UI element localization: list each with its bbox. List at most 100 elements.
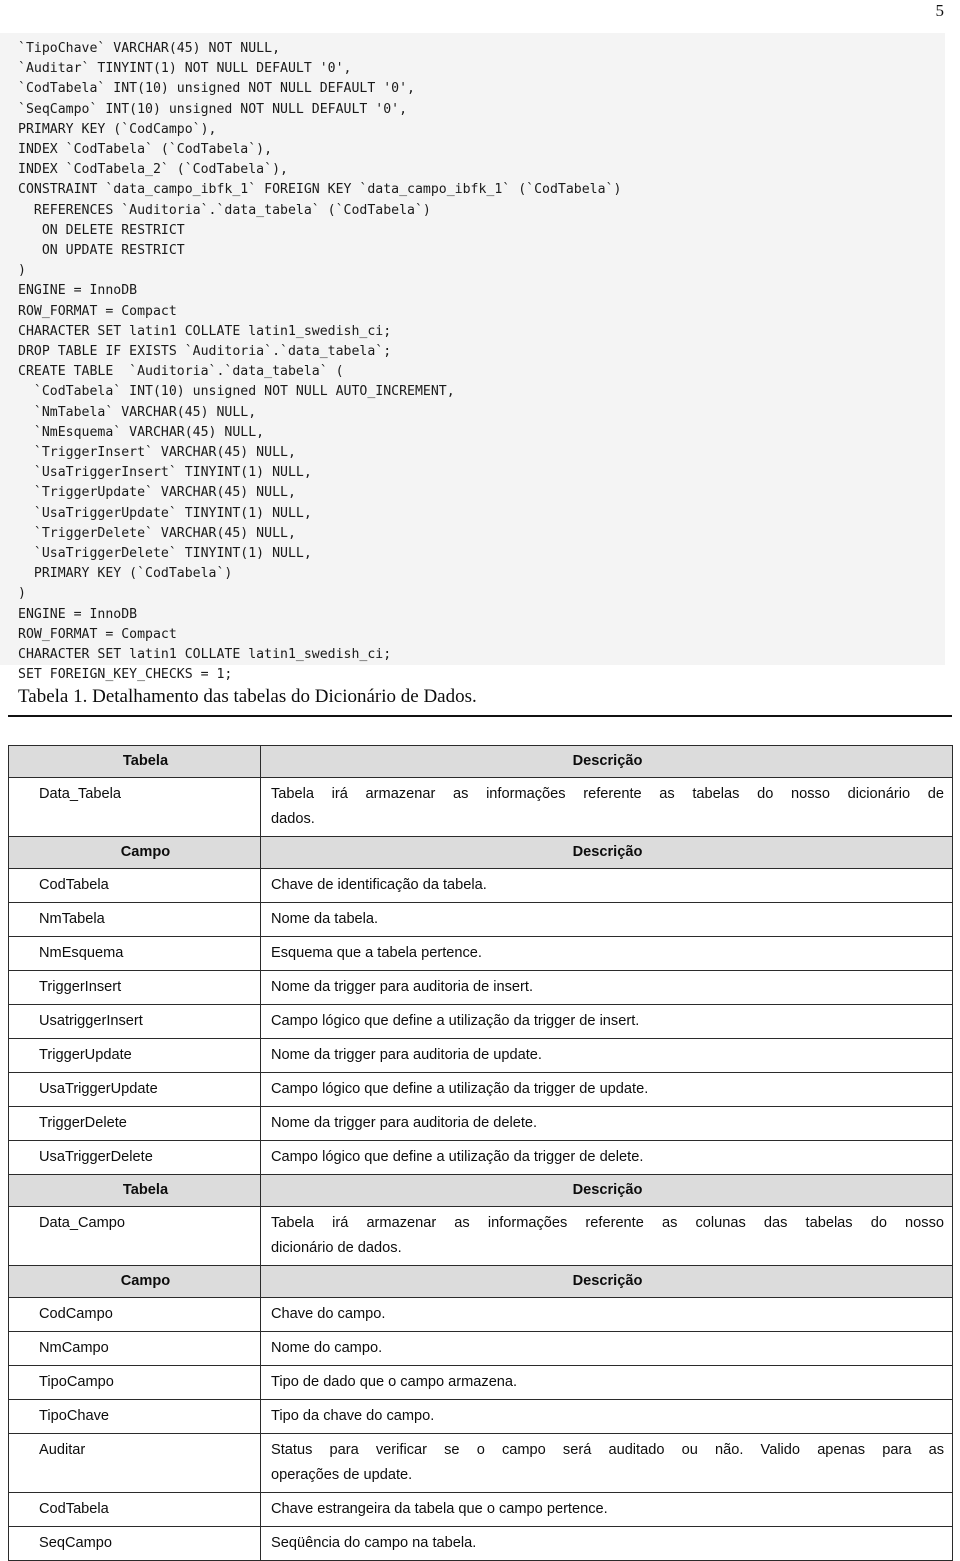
code-line: `UsaTriggerDelete` TINYINT(1) NULL, (18, 546, 312, 562)
cell-key: NmCampo (8, 1331, 261, 1366)
code-line: ENGINE = InnoDB (18, 283, 138, 299)
cell-key: NmEsquema (8, 936, 261, 971)
code-line: ) (18, 586, 26, 602)
cell-key: CodTabela (8, 1492, 261, 1527)
table-row: TriggerInsert Nome da trigger para audito… (8, 970, 953, 1005)
cell-description-line: Tabela irá armazenar as informações refe… (271, 1215, 944, 1231)
table-row: Auditar Status para verificar se o campo … (8, 1433, 953, 1493)
table-header-row: Tabela Descrição (8, 1174, 953, 1207)
code-line: REFERENCES `Auditoria`.`data_tabela` (`C… (18, 202, 431, 218)
cell-description-line: dados. (271, 811, 315, 827)
cell-description-line: Status para verificar se o campo será au… (271, 1442, 944, 1458)
code-line: CREATE TABLE `Auditoria`.`data_tabela` ( (18, 364, 344, 380)
table-row: TriggerUpdate Nome da trigger para audito… (8, 1038, 953, 1073)
code-line: PRIMARY KEY (`CodTabela`) (18, 566, 233, 582)
code-line: INDEX `CodTabela` (`CodTabela`), (18, 142, 273, 158)
code-line: CHARACTER SET latin1 COLLATE latin1_swed… (18, 323, 392, 339)
table-row: CodTabela Chave de identificação da tabel… (8, 868, 953, 903)
code-line: `NmTabela` VARCHAR(45) NULL, (18, 404, 257, 420)
cell-description: Seqüência do campo na tabela. (260, 1526, 953, 1561)
cell-key: TipoCampo (8, 1365, 261, 1400)
code-line: `UsaTriggerUpdate` TINYINT(1) NULL, (18, 505, 312, 521)
cell-description: Chave de identificação da tabela. (260, 868, 953, 903)
cell-description: Tabela irá armazenar as informações refe… (260, 777, 953, 837)
code-line: CONSTRAINT `data_campo_ibfk_1` FOREIGN K… (18, 182, 622, 198)
table-header-row: Campo Descrição (8, 836, 953, 869)
caption-divider (8, 715, 952, 717)
table-row: SeqCampo Seqüência do campo na tabela. (8, 1526, 953, 1561)
cell-key: CodTabela (8, 868, 261, 903)
cell-description: Nome da trigger para auditoria de delete… (260, 1106, 953, 1141)
cell-description: Nome da trigger para auditoria de insert… (260, 970, 953, 1005)
data-dictionary-table: Tabela Descrição Data_Tabela Tabela irá arm… (8, 745, 953, 1561)
cell-key: Data_Campo (8, 1206, 261, 1266)
cell-key: Auditar (8, 1433, 261, 1493)
cell-key: Data_Tabela (8, 777, 261, 837)
code-line: `CodTabela` INT(10) unsigned NOT NULL DE… (18, 81, 415, 97)
cell-description: Campo lógico que define a utilização da … (260, 1140, 953, 1175)
code-line: `TriggerInsert` VARCHAR(45) NULL, (18, 445, 296, 461)
cell-description: Status para verificar se o campo será au… (260, 1433, 953, 1493)
code-line: `Auditar` TINYINT(1) NOT NULL DEFAULT '0… (18, 61, 352, 77)
table-header-row: Tabela Descrição (8, 745, 953, 778)
table-row: TipoChave Tipo da chave do campo. (8, 1399, 953, 1434)
cell-description: Tipo da chave do campo. (260, 1399, 953, 1434)
table-row: Data_Campo Tabela irá armazenar as inform… (8, 1206, 953, 1266)
table-row: UsaTriggerDelete Campo lógico que define … (8, 1140, 953, 1175)
column-header-description: Descrição (260, 836, 953, 869)
column-header-description: Descrição (260, 1174, 953, 1207)
code-line: ENGINE = InnoDB (18, 606, 138, 622)
table-row: NmTabela Nome da tabela. (8, 902, 953, 937)
document-page: 5 `TipoChave` VARCHAR(45) NOT NULL, `Audi… (0, 0, 960, 1561)
code-line: `TriggerDelete` VARCHAR(45) NULL, (18, 525, 296, 541)
cell-key: CodCampo (8, 1297, 261, 1332)
column-header-description: Descrição (260, 1265, 953, 1298)
code-line: ) (18, 263, 26, 279)
sql-code-block: `TipoChave` VARCHAR(45) NOT NULL, `Audita… (0, 33, 945, 682)
cell-key: TipoChave (8, 1399, 261, 1434)
cell-description: Tabela irá armazenar as informações refe… (260, 1206, 953, 1266)
cell-description: Campo lógico que define a utilização da … (260, 1004, 953, 1039)
cell-key: TriggerUpdate (8, 1038, 261, 1073)
cell-description: Nome da tabela. (260, 902, 953, 937)
cell-key: NmTabela (8, 902, 261, 937)
table-row: Data_Tabela Tabela irá armazenar as infor… (8, 777, 953, 837)
cell-description: Nome da trigger para auditoria de update… (260, 1038, 953, 1073)
table-row: UsaTriggerUpdate Campo lógico que define … (8, 1072, 953, 1107)
table-row: TriggerDelete Nome da trigger para audito… (8, 1106, 953, 1141)
table-row: UsatriggerInsert Campo lógico que define … (8, 1004, 953, 1039)
code-line: `TriggerUpdate` VARCHAR(45) NULL, (18, 485, 296, 501)
column-header-key: Campo (8, 836, 261, 869)
code-line: `UsaTriggerInsert` TINYINT(1) NULL, (18, 465, 312, 481)
cell-key: SeqCampo (8, 1526, 261, 1561)
code-line: ON DELETE RESTRICT (18, 222, 185, 238)
cell-description-line: dicionário de dados. (271, 1240, 402, 1256)
table-row: CodCampo Chave do campo. (8, 1297, 953, 1332)
cell-description: Chave do campo. (260, 1297, 953, 1332)
column-header-description: Descrição (260, 745, 953, 778)
cell-description: Campo lógico que define a utilização da … (260, 1072, 953, 1107)
code-line: `SeqCampo` INT(10) unsigned NOT NULL DEF… (18, 101, 408, 117)
code-line: PRIMARY KEY (`CodCampo`), (18, 121, 217, 137)
code-line: `TipoChave` VARCHAR(45) NOT NULL, (18, 41, 281, 56)
page-number: 5 (935, 1, 945, 20)
table-caption: Tabela 1. Detalhamento das tabelas do Di… (18, 686, 477, 707)
code-line: ON UPDATE RESTRICT (18, 243, 185, 259)
cell-key: UsatriggerInsert (8, 1004, 261, 1039)
cell-key: UsaTriggerDelete (8, 1140, 261, 1175)
cell-description-line: Tabela irá armazenar as informações refe… (271, 786, 944, 802)
cell-description: Esquema que a tabela pertence. (260, 936, 953, 971)
code-line: CHARACTER SET latin1 COLLATE latin1_swed… (18, 647, 392, 663)
table-row: NmCampo Nome do campo. (8, 1331, 953, 1366)
code-line: INDEX `CodTabela_2` (`CodTabela`), (18, 162, 288, 178)
table-row: CodTabela Chave estrangeira da tabela que… (8, 1492, 953, 1527)
cell-key: UsaTriggerUpdate (8, 1072, 261, 1107)
cell-description: Tipo de dado que o campo armazena. (260, 1365, 953, 1400)
cell-description: Chave estrangeira da tabela que o campo … (260, 1492, 953, 1527)
code-line: SET FOREIGN_KEY_CHECKS = 1; (18, 667, 233, 683)
table-header-row: Campo Descrição (8, 1265, 953, 1298)
code-line: DROP TABLE IF EXISTS `Auditoria`.`data_t… (18, 344, 392, 360)
table-row: TipoCampo Tipo de dado que o campo armaze… (8, 1365, 953, 1400)
column-header-key: Tabela (8, 745, 261, 778)
cell-key: TriggerInsert (8, 970, 261, 1005)
